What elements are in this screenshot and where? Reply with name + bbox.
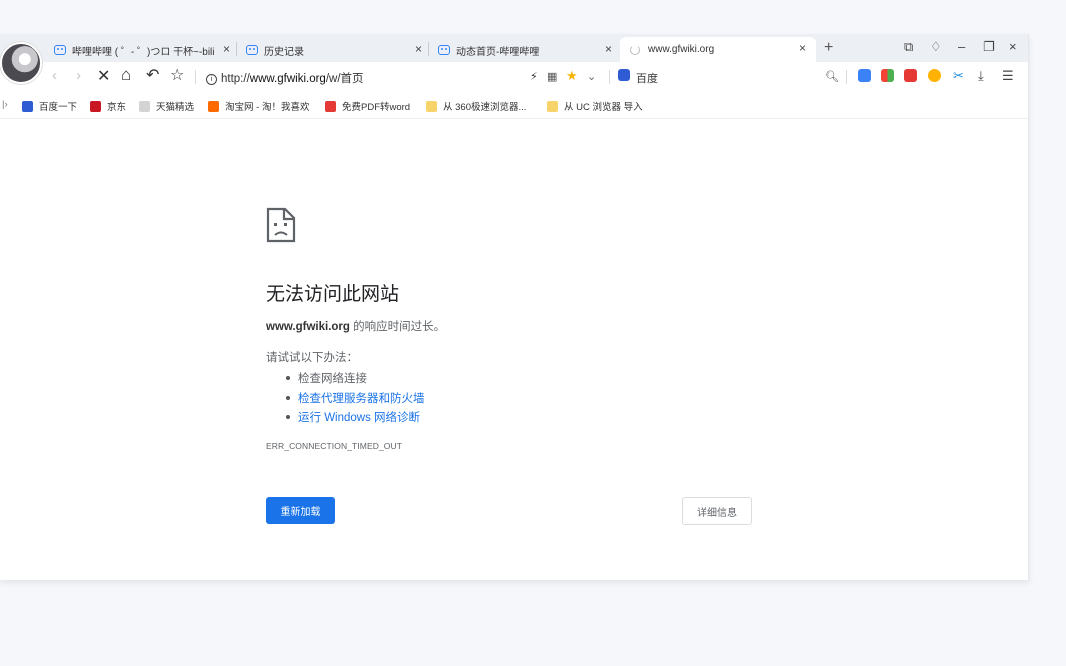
toolbar-separator [609,70,610,84]
bookmark-label: 免费PDF转word [342,102,411,113]
address-path: /w/首页 [325,73,364,85]
bookmark-star-icon[interactable]: ★ [566,68,578,84]
error-message-text: 的响应时间过长。 [349,321,446,333]
bookmark-label: 从 360极速浏览器... [443,102,527,113]
try-label: 请试试以下办法： [266,352,358,364]
bookmark-tmall[interactable]: 天猫精选 [139,99,194,113]
back-button[interactable]: ‹ [52,67,57,84]
apps-grid-icon[interactable] [881,69,894,82]
bookmark-label: 百度一下 [39,102,78,113]
loading-spinner-icon [630,44,640,55]
tab-list-icon[interactable]: ⧉ [904,39,913,55]
bookmarks-expand-icon[interactable]: |› [2,99,8,110]
favorite-star-button[interactable]: ☆ [170,65,184,85]
bilibili-icon [54,45,66,55]
bookmark-folder-360[interactable]: 从 360极速浏览器... [426,99,526,113]
stop-button[interactable]: ✕ [97,66,110,86]
qrcode-icon[interactable]: ▦ [547,70,557,83]
bookmark-label: 天猫精选 [156,102,195,113]
bookmark-label: 从 UC 浏览器 导入 [564,102,643,113]
address-prefix: http:// [221,73,250,85]
translate-icon[interactable] [858,69,871,82]
moon-icon[interactable] [928,69,941,82]
bullet-icon [286,376,290,380]
undo-close-button[interactable]: ↶ [146,65,159,85]
home-button[interactable]: ⌂ [121,65,131,85]
jd-icon [90,100,101,112]
error-page: 无法访问此网站 www.gfwiki.org 的响应时间过长。 请试试以下办法：… [0,119,1028,580]
error-code: ERR_CONNECTION_TIMED_OUT [266,441,403,451]
bookmarks-bar: |› 百度一下 京东 天猫精选 淘宝网 - 淘！我喜欢 免费PDF转word 从… [0,90,1028,119]
bookmark-taobao[interactable]: 淘宝网 - 淘！我喜欢 [208,99,309,113]
new-tab-button[interactable]: + [824,39,833,57]
taobao-icon [208,100,219,112]
skin-icon[interactable]: ♢ [930,39,942,55]
bookmark-folder-uc[interactable]: 从 UC 浏览器 导入 [547,99,643,113]
address-host: www.gfwiki.org [249,73,326,85]
toolbar-separator [195,70,196,84]
bilibili-icon [438,45,450,55]
tab-history[interactable]: 历史记录 × [246,38,422,62]
error-message: www.gfwiki.org 的响应时间过长。 [266,318,445,334]
toolbar-separator [846,70,847,84]
error-host: www.gfwiki.org [266,321,350,333]
address-bar[interactable]: i http://www.gfwiki.org/w/首页 [206,70,364,86]
tab-label: 哔哩哔哩 ( ゜- ゜)つロ 干杯~-bili [72,46,214,58]
suggestion-text[interactable]: 运行 Windows 网络诊断 [298,409,420,425]
scissors-icon[interactable]: ✂ [953,68,964,84]
tab-label: 动态首页-哔哩哔哩 [456,46,540,58]
folder-icon [547,100,558,112]
tab-close-button[interactable]: × [415,42,422,56]
maximize-button[interactable]: ❐ [983,39,995,55]
search-icon[interactable]: 🔍︎ [825,70,839,83]
close-window-button[interactable]: × [1009,39,1017,54]
bookmark-jd[interactable]: 京东 [90,99,126,113]
forward-button[interactable]: › [76,67,81,84]
bilibili-icon [246,45,258,55]
bookmark-label: 京东 [107,102,127,113]
tab-close-button[interactable]: × [605,42,612,56]
tab-gfwiki[interactable]: www.gfwiki.org × [620,37,816,62]
error-title: 无法访问此网站 [266,284,400,305]
tab-strip: 哔哩哔哩 ( ゜- ゜)つロ 干杯~-bili × 历史记录 × 动态首页-哔哩… [0,34,1028,62]
tab-separator [428,42,429,56]
tab-label: 历史记录 [264,46,304,58]
toolbar: ‹ › ✕ ⌂ ↶ ☆ i http://www.gfwiki.org/w/首页 … [0,62,1028,90]
tab-close-button[interactable]: × [223,42,230,56]
suggestion-network-diagnostics-link[interactable]: 运行 Windows 网络诊断 [286,409,420,425]
lightning-icon[interactable]: ⚡ [530,70,538,83]
avatar[interactable] [0,42,42,84]
tmall-icon [139,100,150,112]
suggestion-text: 检查网络连接 [298,373,367,385]
paw-icon [22,100,33,112]
tab-label: www.gfwiki.org [648,44,715,55]
bullet-icon [286,415,290,419]
suggestion-text[interactable]: 检查代理服务器和防火墙 [298,390,425,406]
pdf-icon [325,100,336,112]
bookmark-baidu[interactable]: 百度一下 [22,99,77,113]
tab-bilibili[interactable]: 哔哩哔哩 ( ゜- ゜)つロ 干杯~-bili × [54,38,230,62]
tab-close-button[interactable]: × [799,41,806,55]
bookmark-label: 淘宝网 - 淘！我喜欢 [225,102,310,113]
reload-button[interactable]: 重新加载 [266,497,335,524]
bookmark-pdf[interactable]: 免费PDF转word [325,99,410,113]
chevron-down-icon[interactable]: ⌄ [587,70,596,83]
bullet-icon [286,396,290,400]
baidu-paw-icon [618,69,630,81]
minimize-button[interactable]: – [958,39,965,54]
download-icon[interactable]: ⤓ [978,68,984,84]
pdf-icon[interactable] [904,69,917,82]
info-icon: i [206,74,217,85]
details-button[interactable]: 详细信息 [682,497,752,525]
search-engine-label[interactable]: 百度 [636,70,658,86]
menu-icon[interactable]: ☰ [1002,68,1014,84]
suggestion-check-proxy-link[interactable]: 检查代理服务器和防火墙 [286,390,425,406]
sad-document-icon [266,207,296,243]
folder-icon [426,100,437,112]
suggestion-check-network: 检查网络连接 [286,370,367,386]
browser-window: 哔哩哔哩 ( ゜- ゜)つロ 干杯~-bili × 历史记录 × 动态首页-哔哩… [0,34,1029,580]
tab-dynamic[interactable]: 动态首页-哔哩哔哩 × [438,38,612,62]
tab-separator [236,42,237,56]
